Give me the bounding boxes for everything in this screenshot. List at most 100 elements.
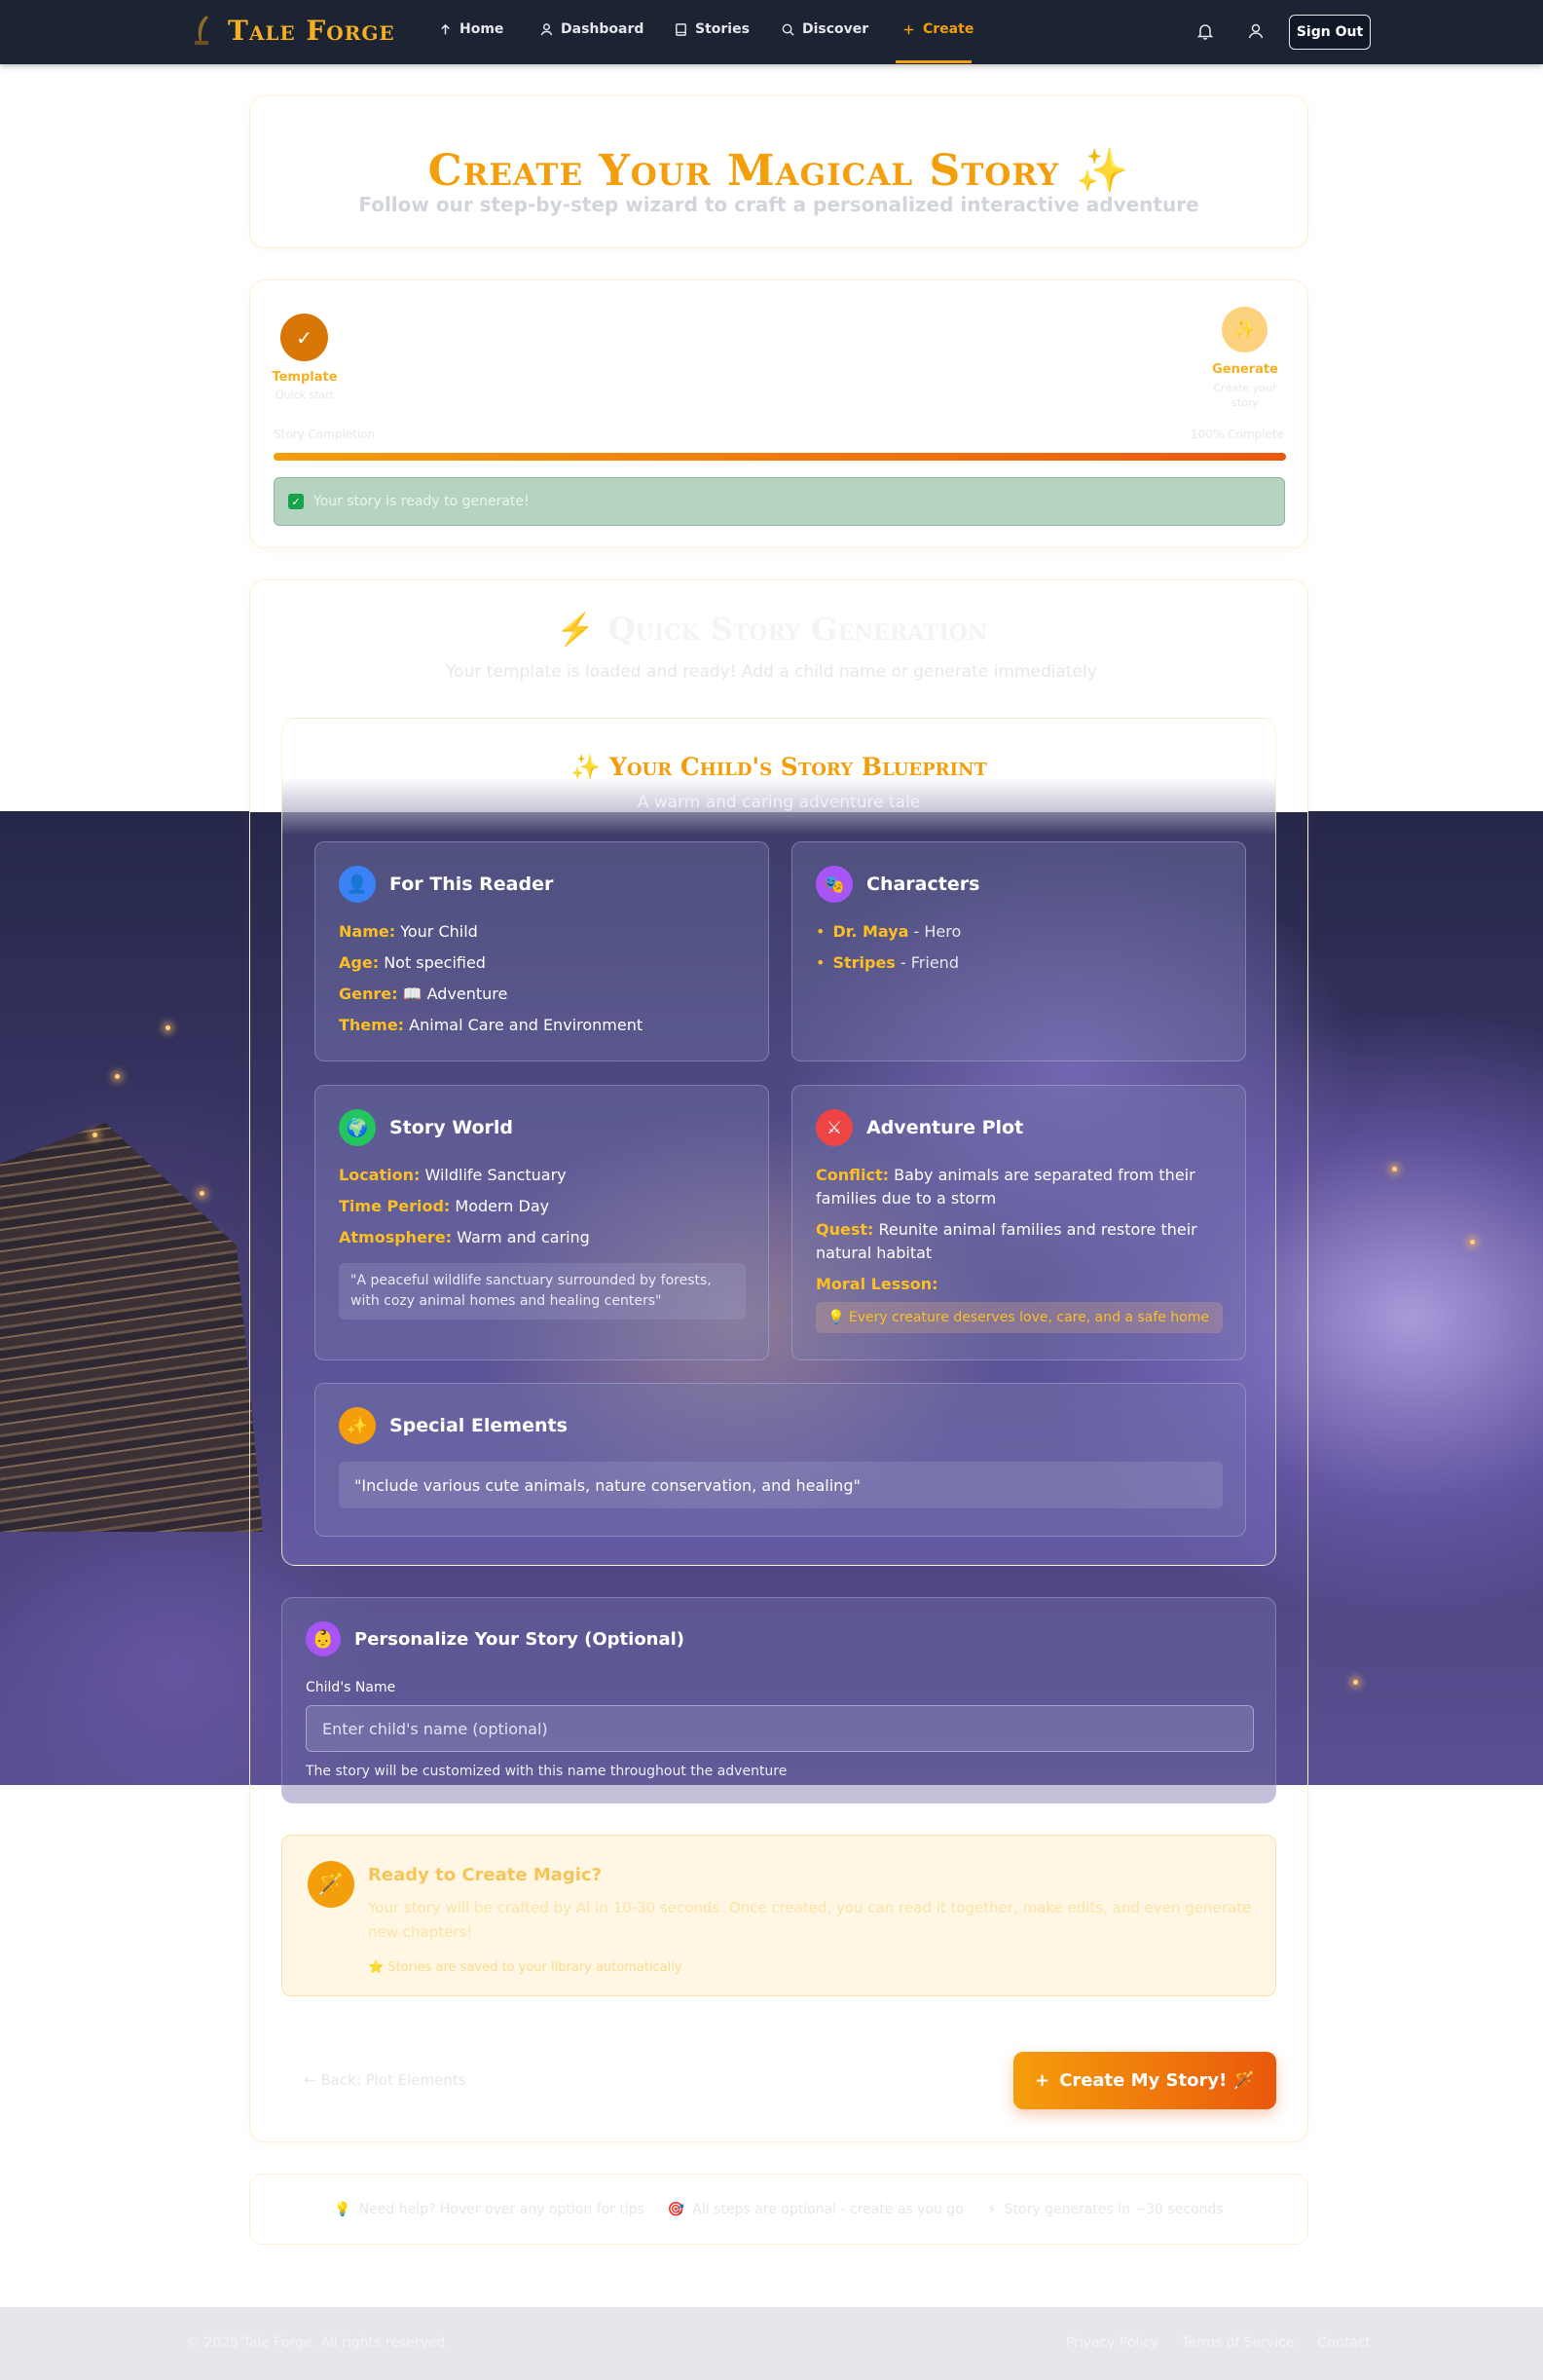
footer-link-contact[interactable]: Contact [1318, 2335, 1371, 2351]
nav-dashboard-label: Dashboard [561, 21, 644, 37]
plot-moral-lesson: 💡 Every creature deserves love, care, an… [816, 1302, 1223, 1333]
tip-item: 💡 Need help? Hover over any option for ti… [334, 2201, 644, 2217]
create-story-label: Create My Story! 🪄 [1059, 2070, 1255, 2091]
child-face-icon: 👶 [306, 1621, 341, 1656]
quick-title: ⚡ Quick Story Generation [0, 611, 1543, 648]
brand[interactable]: Tale Forge [191, 14, 395, 47]
tip-item: 🎯 All steps are optional - create as you … [667, 2201, 964, 2217]
progress-card: ✓ Template Quick start ✨ Generate Create… [249, 279, 1308, 548]
nav-home[interactable]: Home [438, 21, 503, 37]
nav-stories[interactable]: Stories [674, 21, 750, 37]
tips-bar: 💡 Need help? Hover over any option for ti… [249, 2174, 1308, 2245]
masks-icon: 🎭 [816, 866, 853, 903]
child-name-hint: The story will be customized with this n… [306, 1764, 788, 1779]
personalize-section: 👶 Personalize Your Story (Optional) Chil… [281, 1597, 1276, 1804]
reader-panel: 👤 For This Reader Name: Your Child Age: … [314, 841, 769, 1061]
lightbulb-icon: 💡 [334, 2201, 351, 2217]
world-location: Location: Wildlife Sanctuary [339, 1166, 567, 1184]
nav-stories-label: Stories [695, 21, 750, 37]
brand-name: Tale Forge [228, 14, 395, 47]
nav-create[interactable]: Create [901, 21, 974, 37]
arrow-up-icon [441, 23, 450, 34]
world-title: Story World [389, 1117, 514, 1138]
bell-icon[interactable] [1195, 21, 1215, 41]
child-name-label: Child's Name [306, 1680, 396, 1695]
progress-percent: 100% Complete [1191, 428, 1284, 441]
user-icon [540, 22, 553, 35]
world-time: Time Period: Modern Day [339, 1197, 550, 1215]
globe-icon: 🌍 [339, 1109, 376, 1146]
book-icon [676, 22, 686, 36]
swords-icon: ⚔ [816, 1109, 853, 1146]
back-button[interactable]: ← Back: Plot Elements [304, 2071, 466, 2089]
plus-icon [903, 24, 914, 34]
progress-bar [274, 453, 1286, 461]
story-blueprint: ✨ Your Child's Story Blueprint A warm an… [281, 718, 1276, 1566]
footer: © 2025 Tale Forge. All rights reserved. … [0, 2307, 1543, 2380]
lightning-icon: ⚡ [555, 611, 595, 648]
sparkle-icon: ✨ [570, 753, 602, 781]
quill-logo-icon [191, 14, 214, 47]
nav-dashboard[interactable]: Dashboard [539, 21, 643, 37]
plot-panel: ⚔ Adventure Plot Conflict: Baby animals … [791, 1085, 1246, 1360]
quick-subtitle: Your template is loaded and ready! Add a… [446, 662, 1097, 682]
character-item: • Stripes - Friend [816, 953, 959, 972]
blueprint-title-text: Your Child's Story Blueprint [608, 753, 987, 781]
books-stack-image [0, 1123, 263, 1532]
world-panel: 🌍 Story World Location: Wildlife Sanctua… [314, 1085, 769, 1360]
step-template-sub: Quick start [275, 389, 335, 401]
plot-quest: Quest: Reunite animal families and resto… [816, 1220, 1197, 1262]
nav-discover[interactable]: Discover [781, 21, 868, 37]
child-name-input[interactable] [306, 1705, 1254, 1752]
create-story-button[interactable]: + Create My Story! 🪄 [1013, 2052, 1276, 2109]
page-subtitle: Follow our step-by-step wizard to craft … [358, 193, 1199, 216]
magic-body: Your story will be crafted by AI in 10-3… [368, 1899, 1252, 1941]
plot-moral-label: Moral Lesson: [816, 1275, 938, 1293]
magic-wand-icon: 🪄 [308, 1861, 354, 1908]
plot-conflict: Conflict: Baby animals are separated fro… [816, 1166, 1195, 1208]
character-item: • Dr. Maya - Hero [816, 922, 962, 941]
world-atmosphere: Atmosphere: Warm and caring [339, 1228, 590, 1246]
plus-icon: + [1035, 2070, 1050, 2091]
footer-link-terms[interactable]: Terms of Service [1182, 2335, 1294, 2351]
hero-card: Create Your Magical Story ✨ Follow our s… [249, 95, 1308, 248]
footer-copyright: © 2025 Tale Forge. All rights reserved. [186, 2335, 450, 2351]
sparkle-icon[interactable]: ✨ [1222, 307, 1267, 353]
blueprint-subtitle: A warm and caring adventure tale [637, 793, 921, 812]
profile-icon[interactable] [1246, 21, 1266, 41]
tip-item: ⚡ Story generates in ~30 seconds [986, 2201, 1224, 2217]
footer-link-privacy[interactable]: Privacy Policy [1066, 2335, 1158, 2351]
magic-title: Ready to Create Magic? [368, 1865, 603, 1885]
world-description: "A peaceful wildlife sanctuary surrounde… [339, 1263, 746, 1320]
nav-discover-label: Discover [802, 21, 869, 37]
characters-panel: 🎭 Characters • Dr. Maya - Hero • Stripes -… [791, 841, 1246, 1061]
special-title: Special Elements [389, 1415, 568, 1436]
special-elements-panel: ✨ Special Elements "Include various cute… [314, 1383, 1246, 1537]
step-generate-label: Generate [1212, 362, 1278, 377]
personalize-title: Personalize Your Story (Optional) [354, 1628, 685, 1650]
reader-name: Name: Your Child [339, 922, 478, 941]
page-title: Create Your Magical Story ✨ [427, 146, 1130, 196]
checkbox-icon: ✓ [288, 494, 304, 509]
blueprint-title: ✨ Your Child's Story Blueprint [282, 753, 1275, 782]
person-icon: 👤 [339, 866, 376, 903]
step-generate-sub: Create your story [1213, 382, 1277, 409]
nav-home-label: Home [459, 21, 504, 37]
sign-out-button[interactable]: Sign Out [1289, 15, 1371, 50]
ready-text: Your story is ready to generate! [313, 494, 530, 509]
lightning-icon: ⚡ [986, 2201, 997, 2217]
target-icon: 🎯 [667, 2201, 685, 2217]
reader-age: Age: Not specified [339, 953, 486, 972]
special-quote: "Include various cute animals, nature co… [339, 1462, 1223, 1508]
sparkle-icon: ✨ [339, 1407, 376, 1444]
top-navbar: Tale Forge Home Dashboard Stories Discov… [0, 0, 1543, 64]
check-icon[interactable]: ✓ [280, 314, 328, 361]
reader-genre: Genre: 📖 Adventure [339, 985, 508, 1003]
quick-title-text: Quick Story Generation [607, 611, 988, 648]
progress-bar-fill [274, 453, 1286, 461]
reader-title: For This Reader [389, 874, 554, 895]
nav-create-label: Create [923, 21, 974, 37]
characters-title: Characters [866, 874, 980, 895]
magic-note: ⭐ Stories are saved to your library auto… [368, 1960, 682, 1975]
step-template-label: Template [272, 370, 338, 385]
